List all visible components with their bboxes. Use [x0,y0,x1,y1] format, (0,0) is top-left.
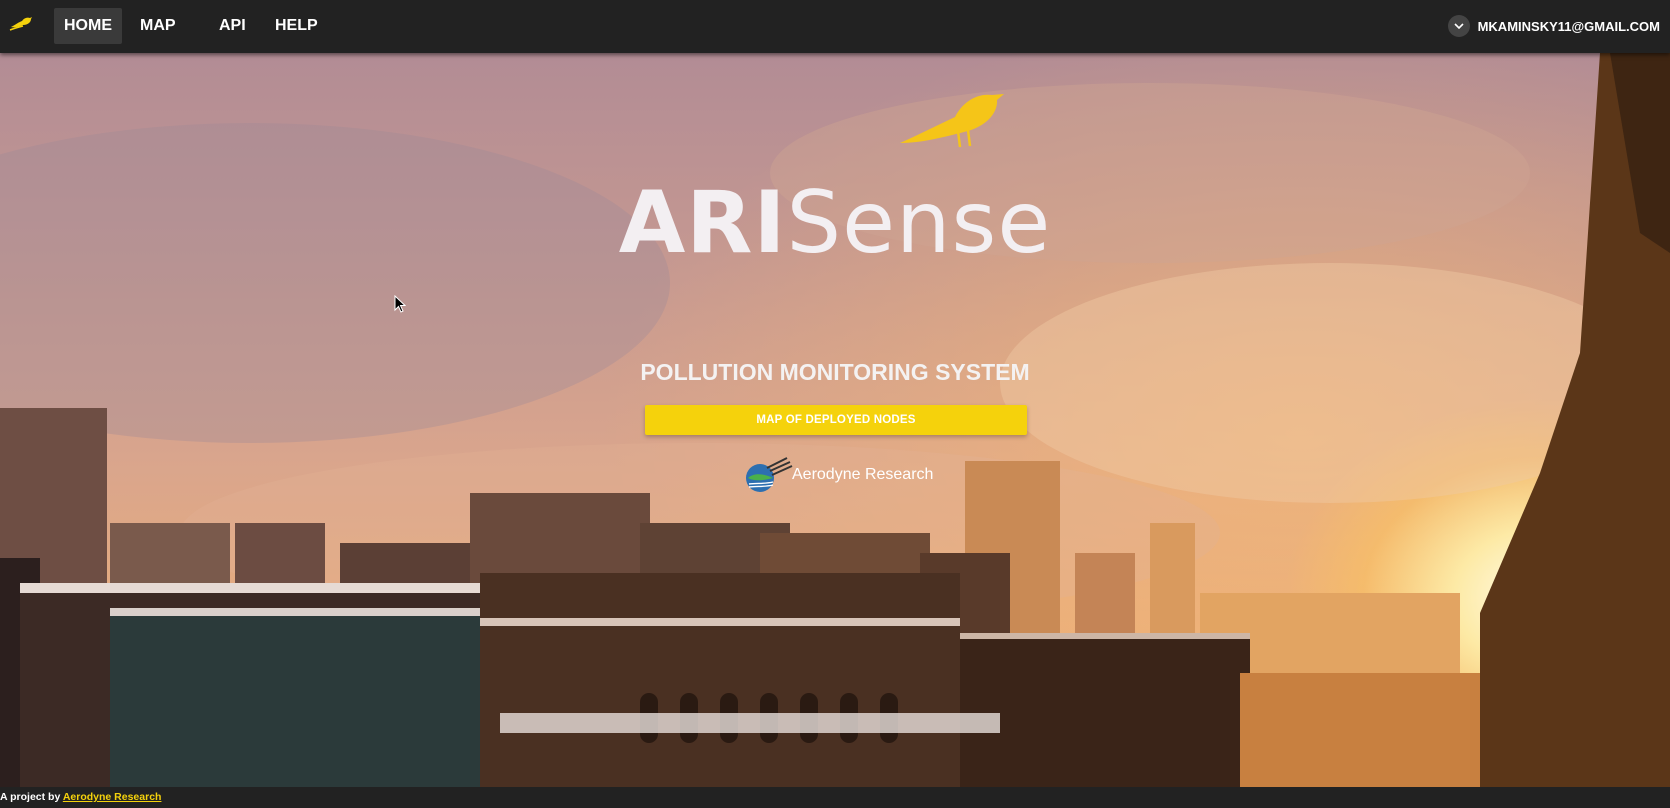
hero-bird-icon [900,94,1004,148]
app-title-bold: ARI [618,173,787,273]
nav-api[interactable]: API [209,8,256,44]
user-menu[interactable]: MKAMINSKY11@GMAIL.COM [1447,14,1660,38]
app-title-light: Sense [786,173,1052,273]
map-of-deployed-nodes-button[interactable]: MAP OF DEPLOYED NODES [645,405,1027,435]
user-email[interactable]: MKAMINSKY11@GMAIL.COM [1478,19,1660,34]
hero-section: ARISense POLLUTION MONITORING SYSTEM MAP… [0,53,1670,787]
bird-logo-icon[interactable] [9,13,33,33]
mouse-cursor-icon [394,295,406,313]
nav-help[interactable]: HELP [265,8,328,44]
nav-home[interactable]: HOME [54,8,122,44]
footer: A project by Aerodyne Research [0,787,1670,808]
top-navbar: HOME MAP API HELP MKAMINSKY11@GMAIL.COM [0,0,1670,53]
tagline: POLLUTION MONITORING SYSTEM [640,359,1030,385]
chevron-down-icon[interactable] [1447,15,1470,37]
nav-map[interactable]: MAP [130,8,186,44]
footer-aerodyne-link[interactable]: Aerodyne Research [63,791,162,803]
aerodyne-label[interactable]: Aerodyne Research [792,466,933,484]
footer-prefix: A project by [0,791,63,803]
aerodyne-logo-icon[interactable] [743,456,793,494]
app-title: ARISense [0,180,1670,266]
